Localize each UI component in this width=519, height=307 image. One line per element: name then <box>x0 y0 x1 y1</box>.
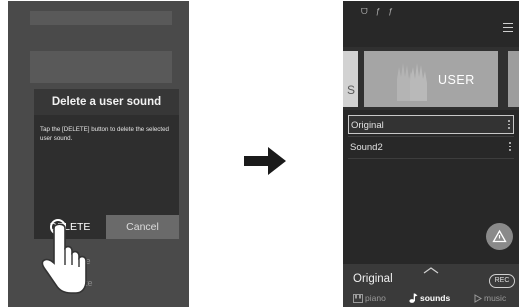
sound-item-sound2[interactable]: Sound2 <box>348 138 514 157</box>
hamburger-menu-icon[interactable] <box>503 23 513 32</box>
right-arrow-icon <box>244 147 286 175</box>
tab-music-label: music <box>484 293 507 303</box>
sound-item-original[interactable]: Original <box>348 115 514 134</box>
tab-sounds[interactable]: sounds <box>409 293 450 303</box>
sound-item-label: Sound2 <box>350 142 383 153</box>
divider <box>348 158 514 159</box>
category-card-previous[interactable]: S <box>343 51 358 107</box>
sound-item-label: Original <box>351 120 384 131</box>
piano-icon <box>353 294 363 303</box>
category-card-next[interactable] <box>508 51 519 107</box>
more-options-icon[interactable] <box>508 120 510 130</box>
pointing-hand-icon <box>41 219 87 294</box>
left-phone-screen: Delete a user sound Tap the [DELETE] but… <box>8 1 189 307</box>
tab-piano[interactable]: piano <box>353 293 386 303</box>
background-header <box>30 11 172 25</box>
hands-icon <box>397 63 427 101</box>
tab-music[interactable]: music <box>474 293 506 303</box>
rec-button[interactable]: REC <box>489 274 515 288</box>
more-options-icon[interactable] <box>509 142 511 152</box>
divider <box>348 136 514 137</box>
dialog-title: Delete a user sound <box>34 89 179 115</box>
tab-piano-label: piano <box>365 293 386 303</box>
background-card <box>30 51 172 83</box>
status-icons: ᗜ ƒ ƒ <box>361 7 396 16</box>
music-note-icon <box>409 293 418 303</box>
warning-button[interactable] <box>486 223 513 250</box>
current-sound-name: Original <box>353 273 393 285</box>
tab-sounds-label: sounds <box>420 293 451 303</box>
warning-triangle-icon <box>492 229 507 243</box>
delete-dialog: Delete a user sound Tap the [DELETE] but… <box>34 89 179 239</box>
bottom-tabs: piano sounds music <box>343 293 519 307</box>
cancel-button[interactable]: Cancel <box>106 215 179 239</box>
chevron-up-icon[interactable] <box>423 266 439 274</box>
dialog-message: Tap the [DELETE] button to delete the se… <box>40 126 169 142</box>
category-card-user[interactable]: USER <box>364 51 498 107</box>
category-label: USER <box>438 73 475 87</box>
right-phone-screen: ᗜ ƒ ƒ S USER Original Sound2 Original RE… <box>343 1 519 307</box>
play-icon <box>474 294 482 303</box>
